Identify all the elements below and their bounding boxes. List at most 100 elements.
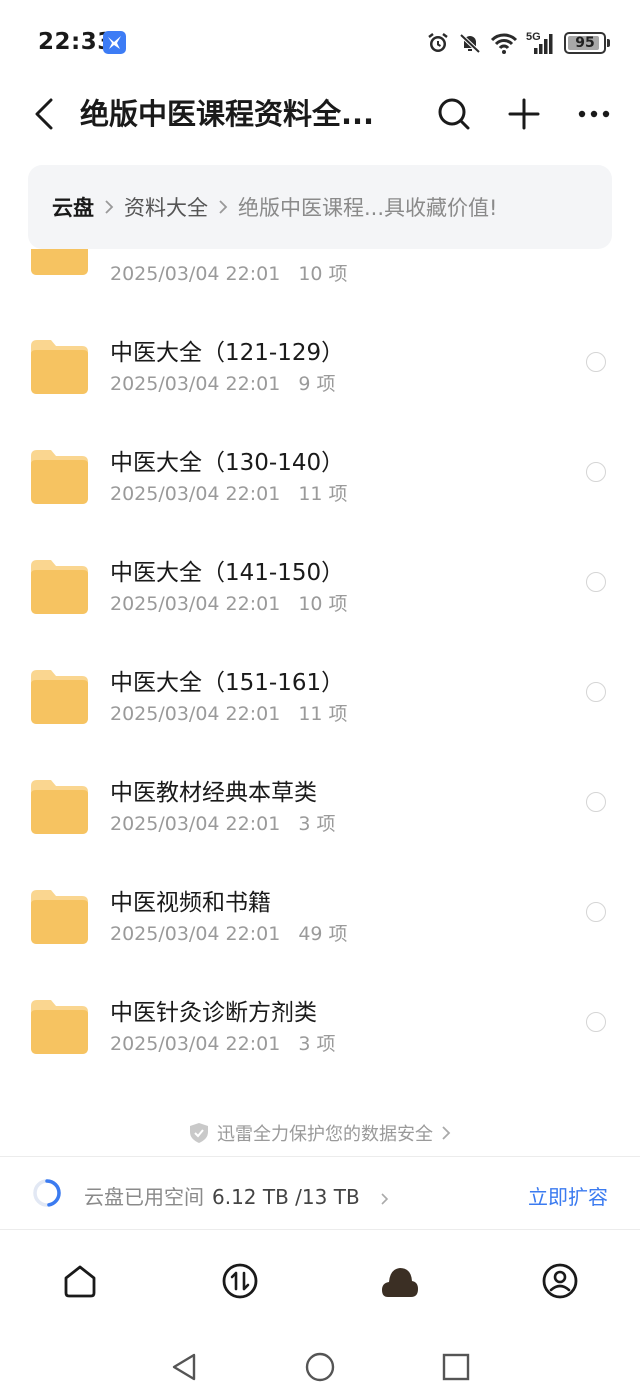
storage-value: 6.12 TB /13 TB	[212, 1185, 360, 1209]
item-meta: 2025/03/04 22:01 10 项	[110, 259, 348, 286]
expand-storage-button[interactable]: 立即扩容	[528, 1181, 608, 1210]
item-date: 2025/03/04 22:01	[110, 813, 281, 835]
tab-bar	[0, 1231, 640, 1331]
mute-icon	[459, 33, 481, 54]
item-name: 中医大全（151-161）	[110, 670, 345, 696]
home-icon	[64, 1265, 96, 1298]
breadcrumb-item-cloud[interactable]: 云盘	[52, 192, 94, 222]
list-item[interactable]: 中医针灸诊断方剂类 2025/03/04 22:01 3 项	[0, 969, 640, 1079]
list-item[interactable]: 中医大全（141-150） 2025/03/04 22:01 10 项	[0, 529, 640, 639]
item-count: 3 项	[298, 813, 336, 835]
item-count: 10 项	[298, 263, 348, 285]
breadcrumb-item-materials[interactable]: 资料大全	[124, 192, 208, 222]
tab-profile[interactable]	[540, 1261, 580, 1301]
storage-info[interactable]: 云盘已用空间 6.12 TB /13 TB	[84, 1181, 389, 1210]
storage-label: 云盘已用空间	[84, 1185, 204, 1209]
select-radio[interactable]	[586, 902, 606, 922]
folder-icon	[31, 249, 88, 275]
more-icon	[578, 110, 610, 118]
select-radio[interactable]	[586, 682, 606, 702]
system-home-button[interactable]	[304, 1351, 336, 1383]
list-item[interactable]: 中医大全（151-161） 2025/03/04 22:01 11 项	[0, 639, 640, 749]
select-radio[interactable]	[586, 572, 606, 592]
item-name: 中医大全（130-140）	[110, 450, 345, 476]
triangle-back-icon	[172, 1353, 196, 1381]
folder-icon	[31, 780, 88, 834]
item-meta: 2025/03/04 22:01 10 项	[110, 589, 348, 616]
folder-icon	[31, 340, 88, 394]
folder-icon	[31, 1000, 88, 1054]
system-recents-button[interactable]	[440, 1351, 472, 1383]
chevron-right-icon	[381, 1192, 389, 1205]
select-radio[interactable]	[586, 462, 606, 482]
item-count: 3 项	[298, 1033, 336, 1055]
app-notification-icon	[103, 31, 126, 54]
signal-icon: 5G	[526, 31, 553, 54]
square-recents-icon	[442, 1353, 470, 1381]
cloud-icon	[382, 1268, 418, 1297]
folder-icon	[31, 450, 88, 504]
profile-icon	[542, 1263, 578, 1299]
tab-home[interactable]	[60, 1261, 100, 1301]
breadcrumb-item-current: 绝版中医课程...具收藏价值!	[238, 196, 498, 220]
item-date: 2025/03/04 22:01	[110, 703, 281, 725]
status-icons: 5G 95	[426, 28, 610, 58]
header: 绝版中医课程资料全...	[0, 86, 640, 142]
security-note[interactable]: 迅雷全力保护您的数据安全	[0, 1118, 640, 1148]
select-radio[interactable]	[586, 1012, 606, 1032]
list-item[interactable]: 中医大全（121-129） 2025/03/04 22:01 9 项	[0, 309, 640, 419]
select-radio[interactable]	[586, 792, 606, 812]
more-button[interactable]	[574, 94, 614, 134]
back-icon	[35, 98, 53, 130]
alarm-icon	[428, 33, 448, 52]
item-date: 2025/03/04 22:01	[110, 1033, 281, 1055]
item-meta: 2025/03/04 22:01 11 项	[110, 699, 348, 726]
network-label: 5G	[526, 31, 541, 43]
add-button[interactable]	[504, 94, 544, 134]
item-count: 11 项	[298, 703, 348, 725]
back-button[interactable]	[26, 94, 62, 134]
search-icon	[438, 98, 470, 130]
plus-icon	[508, 98, 540, 130]
list-item[interactable]: 中医大全（130-140） 2025/03/04 22:01 11 项	[0, 419, 640, 529]
storage-usage-ring	[33, 1179, 61, 1207]
status-bar: 22:33 5G 95	[0, 0, 640, 86]
list-item[interactable]: 中医教材经典本草类 2025/03/04 22:01 3 项	[0, 749, 640, 859]
item-date: 2025/03/04 22:01	[110, 593, 281, 615]
chevron-right-icon	[218, 199, 228, 215]
folder-icon	[31, 670, 88, 724]
battery-level: 95	[575, 35, 595, 51]
battery-icon: 95	[564, 32, 610, 54]
item-count: 11 项	[298, 483, 348, 505]
item-count: 49 项	[298, 923, 348, 945]
tab-cloud[interactable]	[380, 1261, 420, 1301]
wifi-icon	[490, 33, 518, 54]
item-name: 中医教材经典本草类	[110, 780, 317, 806]
shield-icon	[190, 1123, 208, 1143]
list-item[interactable]: 中医视频和书籍 2025/03/04 22:01 49 项	[0, 859, 640, 969]
folder-icon	[31, 890, 88, 944]
item-meta: 2025/03/04 22:01 11 项	[110, 479, 348, 506]
tab-transfer[interactable]	[220, 1261, 260, 1301]
item-name: 中医针灸诊断方剂类	[110, 1000, 317, 1026]
security-note-text: 迅雷全力保护您的数据安全	[217, 1124, 433, 1145]
breadcrumb: 云盘 资料大全 绝版中医课程...具收藏价值!	[28, 165, 612, 249]
file-list: 2025/03/04 22:01 10 项 中医大全（121-129） 2025/…	[0, 249, 640, 1079]
system-back-button[interactable]	[168, 1351, 200, 1383]
item-name: 中医大全（141-150）	[110, 560, 345, 586]
chevron-right-icon	[104, 199, 114, 215]
item-meta: 2025/03/04 22:01 3 项	[110, 1029, 335, 1056]
circle-home-icon	[305, 1352, 335, 1382]
item-date: 2025/03/04 22:01	[110, 263, 281, 285]
search-button[interactable]	[434, 94, 474, 134]
select-radio[interactable]	[586, 352, 606, 372]
page-title: 绝版中医课程资料全...	[80, 97, 375, 131]
item-meta: 2025/03/04 22:01 49 项	[110, 919, 348, 946]
item-count: 9 项	[298, 373, 336, 395]
storage-bar: 云盘已用空间 6.12 TB /13 TB 立即扩容	[0, 1156, 640, 1230]
chevron-right-icon	[442, 1126, 451, 1140]
item-count: 10 项	[298, 593, 348, 615]
transfer-icon	[222, 1263, 258, 1299]
item-meta: 2025/03/04 22:01 3 项	[110, 809, 335, 836]
folder-icon	[31, 560, 88, 614]
